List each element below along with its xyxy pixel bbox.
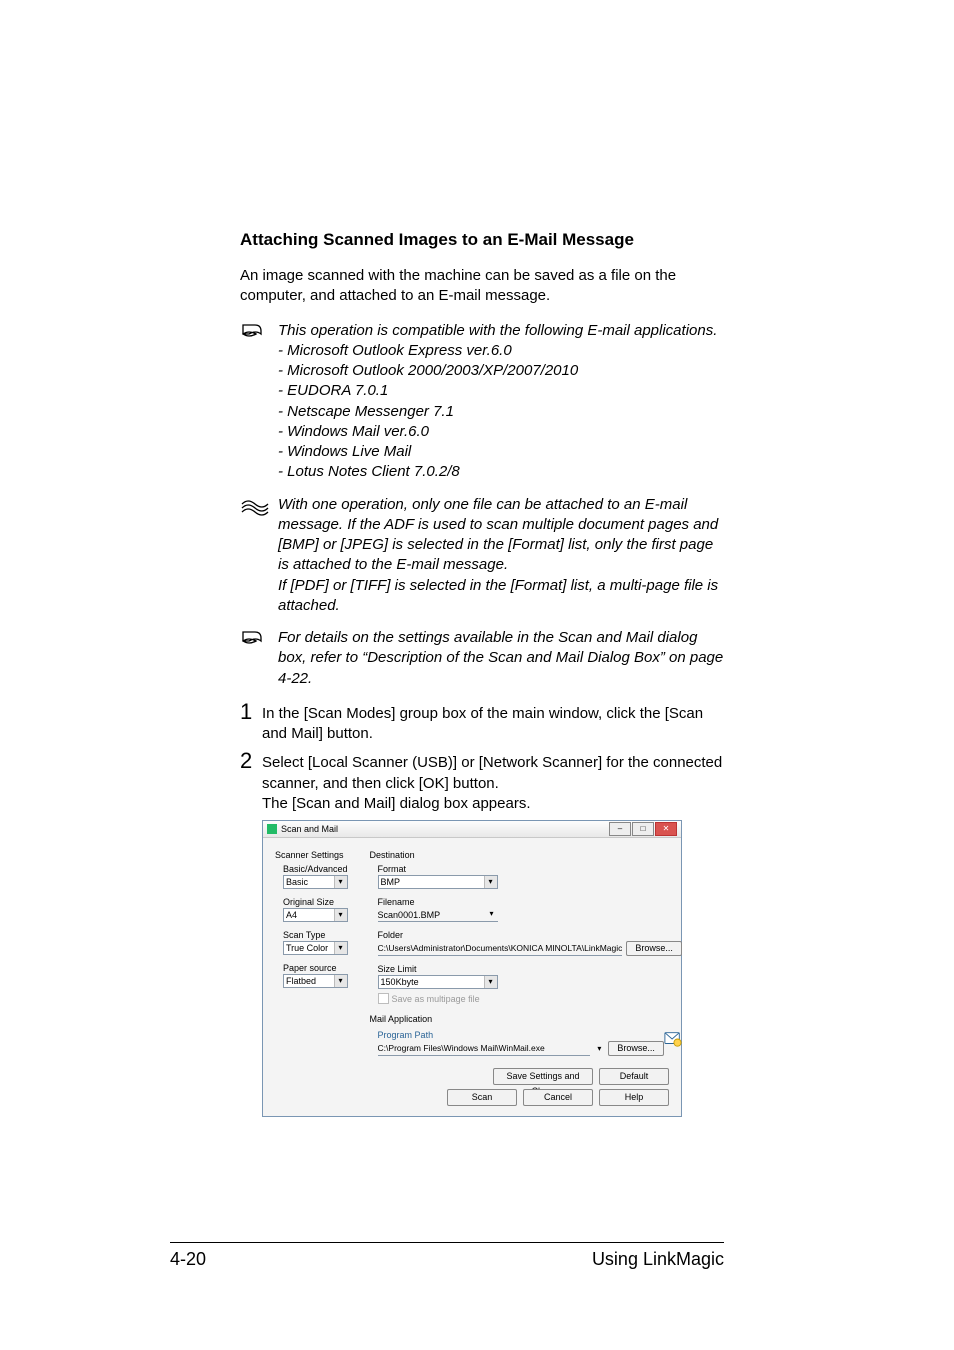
original-size-select[interactable]: A4 ▾ [283, 908, 348, 922]
save-multipage-checkbox[interactable] [378, 993, 389, 1004]
scanner-settings-label: Scanner Settings [275, 850, 348, 860]
folder-path[interactable]: C:\Users\Administrator\Documents\KONICA … [378, 941, 623, 956]
chevron-down-icon: ▾ [334, 975, 347, 987]
browse-folder-button[interactable]: Browse... [626, 941, 682, 956]
maximize-button[interactable]: □ [632, 822, 654, 836]
paper-source-select[interactable]: Flatbed ▾ [283, 974, 348, 988]
format-label: Format [378, 864, 682, 874]
filename-label: Filename [378, 897, 682, 907]
compat-intro: This operation is compatible with the fo… [278, 321, 724, 341]
close-button[interactable]: ✕ [655, 822, 677, 836]
compat-item: - Windows Live Mail [278, 442, 724, 462]
scan-and-mail-dialog: Scan and Mail – □ ✕ Scanner Settings Bas… [262, 820, 682, 1117]
filename-value: Scan0001.BMP [378, 910, 486, 920]
step-number: 2 [240, 750, 262, 772]
compat-item: - EUDORA 7.0.1 [278, 381, 724, 401]
app-icon [267, 824, 277, 834]
save-settings-and-close-button[interactable]: Save Settings and Close [493, 1068, 593, 1085]
step-number: 1 [240, 701, 262, 723]
scan-type-value: True Color [286, 943, 334, 953]
help-button[interactable]: Help [599, 1089, 669, 1106]
size-limit-label: Size Limit [378, 964, 682, 974]
destination-label: Destination [370, 850, 682, 860]
compat-item: - Microsoft Outlook Express ver.6.0 [278, 341, 724, 361]
format-select[interactable]: BMP ▾ [378, 875, 498, 889]
format-value: BMP [381, 877, 484, 887]
one-file-note-b: If [PDF] or [TIFF] is selected in the [F… [278, 576, 724, 617]
original-size-value: A4 [286, 910, 334, 920]
details-note: For details on the settings available in… [278, 628, 724, 689]
dialog-title: Scan and Mail [281, 824, 338, 834]
basic-advanced-select[interactable]: Basic ▾ [283, 875, 348, 889]
original-size-label: Original Size [283, 897, 348, 907]
paper-source-value: Flatbed [286, 976, 334, 986]
program-path-label: Program Path [378, 1030, 682, 1040]
chevron-down-icon: ▾ [334, 942, 347, 954]
compat-item: - Netscape Messenger 7.1 [278, 402, 724, 422]
cancel-button[interactable]: Cancel [523, 1089, 593, 1106]
chevron-down-icon: ▾ [486, 908, 498, 921]
basic-advanced-label: Basic/Advanced [283, 864, 348, 874]
note-icon [240, 321, 278, 344]
page-number: 4-20 [170, 1249, 206, 1270]
mail-application-label: Mail Application [370, 1014, 682, 1024]
chevron-down-icon: ▾ [484, 876, 497, 888]
intro-paragraph: An image scanned with the machine can be… [240, 266, 724, 307]
size-limit-value: 150Kbyte [381, 977, 484, 987]
folder-label: Folder [378, 930, 682, 940]
step-text: The [Scan and Mail] dialog box appears. [262, 794, 724, 814]
compat-item: - Lotus Notes Client 7.0.2/8 [278, 462, 724, 482]
mail-app-icon [664, 1030, 682, 1048]
browse-program-button[interactable]: Browse... [608, 1041, 664, 1056]
section-name: Using LinkMagic [592, 1249, 724, 1270]
one-file-note: With one operation, only one file can be… [278, 495, 724, 576]
compat-list: - Microsoft Outlook Express ver.6.0 - Mi… [278, 341, 724, 483]
step-text: In the [Scan Modes] group box of the mai… [262, 701, 724, 745]
chevron-down-icon: ▾ [334, 909, 347, 921]
note-icon [240, 628, 278, 651]
compat-item: - Windows Mail ver.6.0 [278, 422, 724, 442]
section-heading: Attaching Scanned Images to an E-Mail Me… [240, 230, 724, 250]
compat-item: - Microsoft Outlook 2000/2003/XP/2007/20… [278, 361, 724, 381]
step-text: Select [Local Scanner (USB)] or [Network… [262, 753, 724, 794]
scan-button[interactable]: Scan [447, 1089, 517, 1106]
chevron-down-icon: ▾ [484, 976, 497, 988]
chevron-down-icon[interactable]: ▾ [594, 1044, 604, 1053]
program-path-input[interactable]: C:\Program Files\Windows Mail\WinMail.ex… [378, 1041, 591, 1056]
filename-input[interactable]: Scan0001.BMP ▾ [378, 908, 498, 922]
minimize-button[interactable]: – [609, 822, 631, 836]
size-limit-select[interactable]: 150Kbyte ▾ [378, 975, 498, 989]
note-icon [240, 495, 278, 518]
save-multipage-label: Save as multipage file [392, 994, 480, 1004]
chevron-down-icon: ▾ [334, 876, 347, 888]
basic-advanced-value: Basic [286, 877, 334, 887]
paper-source-label: Paper source [283, 963, 348, 973]
default-button[interactable]: Default [599, 1068, 669, 1085]
scan-type-select[interactable]: True Color ▾ [283, 941, 348, 955]
scan-type-label: Scan Type [283, 930, 348, 940]
